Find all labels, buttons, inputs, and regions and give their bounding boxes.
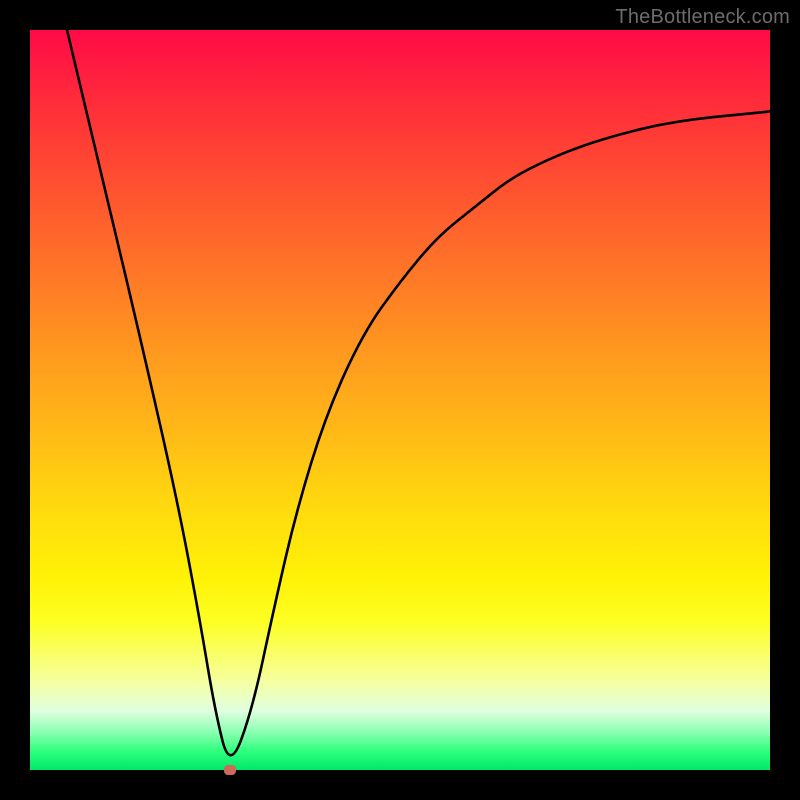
curve-svg bbox=[30, 30, 770, 770]
chart-frame: TheBottleneck.com bbox=[0, 0, 800, 800]
plot-area bbox=[30, 30, 770, 770]
optimum-marker bbox=[224, 765, 236, 775]
watermark-text: TheBottleneck.com bbox=[615, 6, 790, 29]
bottleneck-curve bbox=[67, 30, 770, 755]
